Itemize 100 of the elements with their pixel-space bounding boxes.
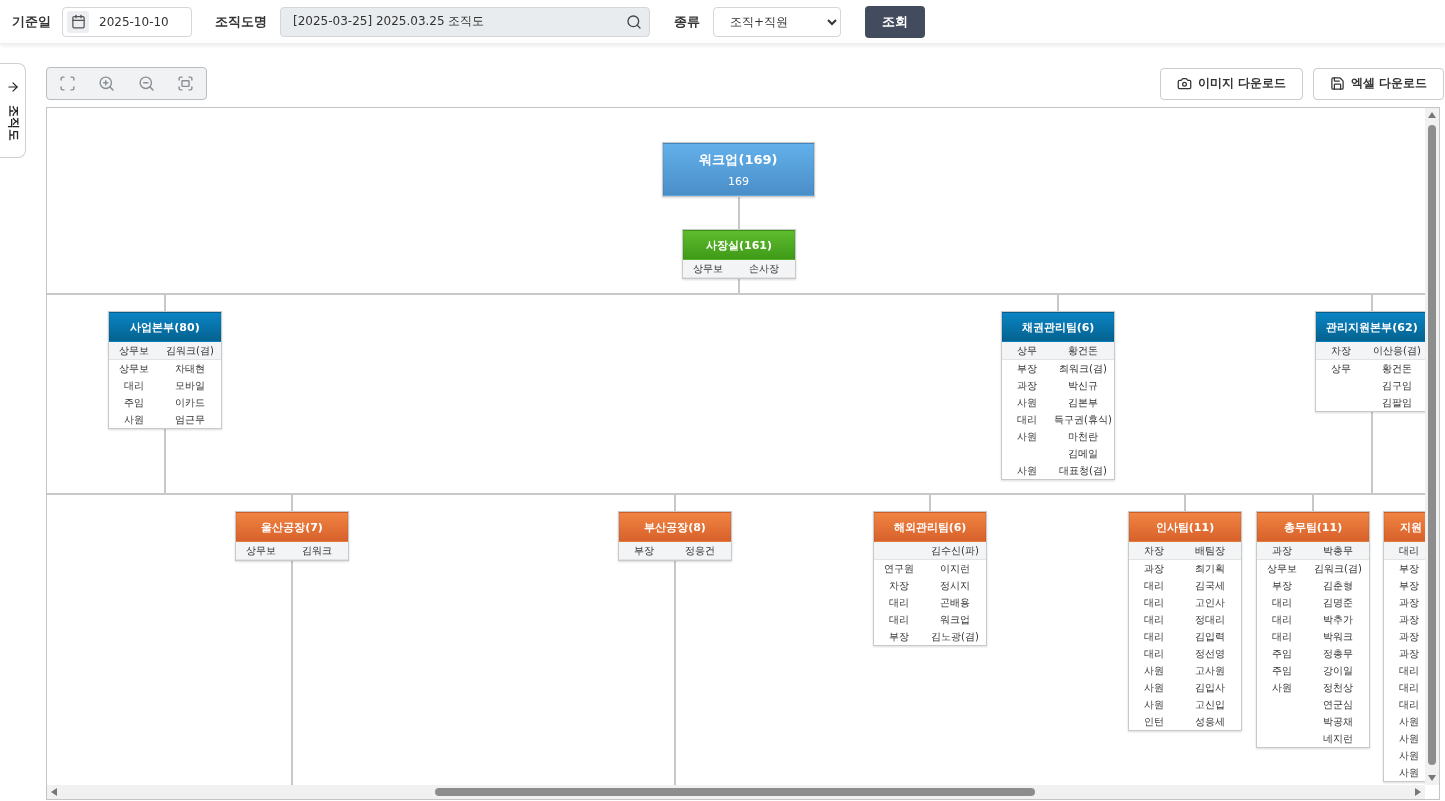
position-label: 상무보 [118,343,150,358]
member-name: 김국세 [1194,578,1226,593]
position-label: 대리 [888,612,910,627]
fullscreen-icon[interactable] [57,73,78,94]
member-name: 박총무 [1322,543,1354,558]
member-name: 차태현 [174,361,206,376]
member-name: 최워크(겸) [1058,361,1108,376]
position-label: 사원 [1143,697,1165,712]
fit-screen-icon[interactable] [175,73,196,94]
position-label: 주임 [1271,663,1293,678]
position-label: 부장 [1398,578,1420,593]
scroll-down-icon[interactable] [1428,775,1436,781]
chart-name-field[interactable]: [2025-03-25] 2025.03.25 조직도 [280,6,650,37]
scrollbar-thumb[interactable] [1428,125,1436,765]
member-name: 황건돈 [1381,361,1413,376]
member-name: 김명준 [1322,595,1354,610]
member-name: 성응세 [1194,714,1226,729]
member-name: 박워크 [1322,629,1354,644]
vertical-scrollbar[interactable] [1425,108,1439,785]
org-node[interactable]: 지원 대리 부장 부장 과장 과장 과장 과장 대리 대리 대리 사원 사원 사원 사원 [1383,511,1425,782]
position-label: 상무 [1016,343,1038,358]
node-title: 워크업(169) [699,151,778,169]
position-label: 대리 [1143,629,1165,644]
scroll-up-icon[interactable] [1428,112,1436,118]
org-node[interactable]: 울산공장(7) 상무보 김워크 [235,511,349,561]
position-label: 사원 [1398,714,1420,729]
scroll-left-icon[interactable] [51,788,57,796]
member-name: 정대리 [1194,612,1226,627]
member-name: 득구권(휴식) [1053,412,1113,427]
member-name: 김워크(겸) [165,343,215,358]
node-title: 채권관리팀(6) [1021,319,1095,335]
type-select[interactable]: 조직+직원 [713,6,841,37]
member-name: 연군심 [1322,697,1354,712]
download-button[interactable]: 엑셀 다운로드 [1312,67,1444,100]
download-button[interactable]: 이미지 다운로드 [1159,67,1303,100]
position-label: 과장 [1398,646,1420,661]
position-label: 부장 [1271,578,1293,593]
position-label: 대리 [1016,412,1038,427]
org-node[interactable]: 인사팀(11) 차장 배팀장 과장 최기획 대리 김국세 대리 고인사 대리 정대리 대리 김입력 대리 정선영 사원 고사원 사원 김입사 사원 고신입 인턴 성응세 [1128,511,1242,731]
member-name: 김수신(파) [930,543,980,558]
position-label: 대리 [1271,612,1293,627]
node-count: 169 [728,175,749,188]
org-node[interactable]: 사업본부(80) 상무보 김워크(겸) 상무보 차태현 대리 모바일 주임 이카드 사원 엄근무 [108,311,222,429]
member-name: 고사원 [1194,663,1226,678]
org-node[interactable]: 해외관리팀(6) 김수신(파) 연구원 이지런 차장 정시지 대리 곤배용 대리 워크업 부장 김노광(겸) [873,511,987,646]
position-label: 대리 [1143,612,1165,627]
horizontal-scrollbar[interactable] [47,785,1425,799]
position-label: 사원 [1016,395,1038,410]
member-name: 고인사 [1194,595,1226,610]
side-tab[interactable]: 조직도 [0,63,26,158]
org-node[interactable]: 총무팀(11) 과장 박총무 상무보 김워크(겸) 부장 김춘형 대리 김명준 대리 박추가 대리 박워크 주임 정총무 주임 강이일 사원 정천상 연군심 박공채 네지런 [1256,511,1370,748]
org-node[interactable]: 부산공장(8) 부장 정응건 [618,511,732,561]
member-name: 네지런 [1322,731,1354,746]
position-label: 사원 [1143,680,1165,695]
position-label: 대리 [888,595,910,610]
node-title: 울산공장(7) [261,519,323,535]
camera-icon [1176,76,1192,91]
org-node[interactable]: 사장실(161) 상무보 손사장 [682,229,796,279]
member-name: 고신입 [1194,697,1226,712]
position-label: 대리 [1398,697,1420,712]
member-name: 황건돈 [1067,343,1099,358]
member-name: 김입력 [1194,629,1226,644]
connector-line [738,196,740,230]
search-icon[interactable] [626,13,642,30]
member-name: 박공채 [1322,714,1354,729]
position-label: 사원 [1016,429,1038,444]
position-label: 부장 [1398,561,1420,576]
position-label: 대리 [1143,578,1165,593]
position-label: 대리 [1398,543,1420,558]
member-name: 정시지 [939,578,971,593]
position-label: 대리 [1398,663,1420,678]
position-label: 대리 [1143,595,1165,610]
member-name: 손사장 [748,261,780,276]
position-label: 대리 [1143,646,1165,661]
position-label: 상무보 [245,543,277,558]
member-name: 김구임 [1381,378,1413,393]
position-label: 사원 [123,412,145,427]
position-label: 과장 [1398,612,1420,627]
member-name: 정총무 [1322,646,1354,661]
search-button[interactable]: 조회 [865,5,925,38]
org-node[interactable]: 관리지원본부(62) 차장 이산응(겸) 상무 황건돈 김구임 김팔임 [1315,311,1425,412]
member-name: 워크업 [939,612,971,627]
org-node[interactable]: 채권관리팀(6) 상무 황건돈 부장 최워크(겸) 과장 박신규 사원 김본부 대리 득구권(휴식) 사원 마천란 김메일 사원 대표청(겸) [1001,311,1115,480]
position-label: 부장 [1016,361,1038,376]
date-label: 기준일 [12,12,51,31]
member-name: 김팔임 [1381,395,1413,410]
member-name: 최기획 [1194,561,1226,576]
position-label: 대리 [1271,595,1293,610]
scroll-right-icon[interactable] [1415,788,1421,796]
calendar-icon[interactable] [70,14,86,29]
node-title: 사업본부(80) [130,319,200,335]
member-name: 이산응(겸) [1372,343,1422,358]
scrollbar-thumb[interactable] [435,788,1035,796]
date-field[interactable]: 2025-10-10 [62,6,192,37]
type-label: 종류 [674,12,700,31]
member-name: 김입사 [1194,680,1226,695]
node-title: 부산공장(8) [644,519,706,535]
position-label: 상무보 [118,361,150,376]
member-name: 김본부 [1067,395,1099,410]
position-label: 과장 [1398,629,1420,644]
